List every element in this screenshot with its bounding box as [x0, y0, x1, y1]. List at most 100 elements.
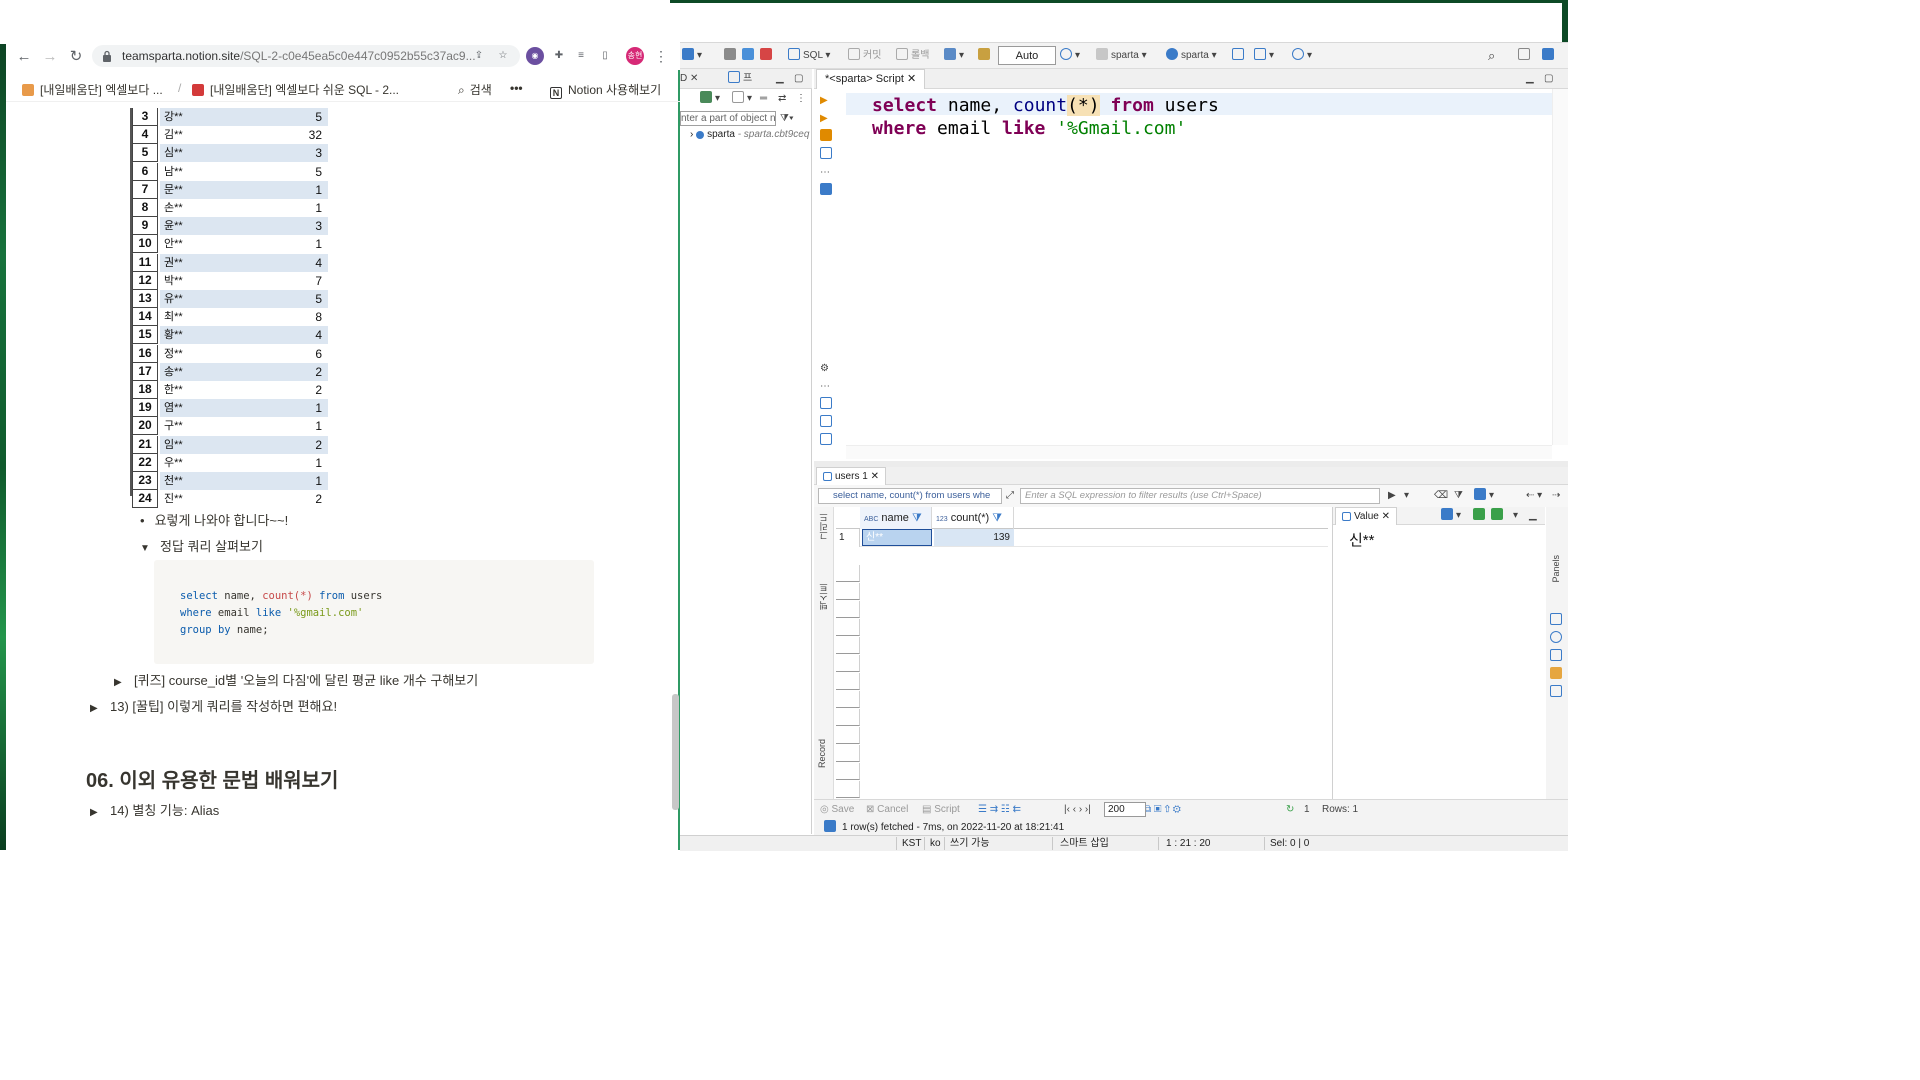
execute-statement-icon[interactable]: ▶	[820, 93, 828, 109]
panel-icon[interactable]	[1550, 631, 1565, 647]
erase-filter-icon[interactable]: ⌫	[1434, 488, 1448, 504]
datasource-select[interactable]: sparta ▾	[1096, 48, 1147, 64]
content-viewer-icon[interactable]: ▾	[1441, 508, 1461, 524]
filter-settings-icon[interactable]: ⧩	[1454, 488, 1463, 504]
new-folder-icon[interactable]: ▾	[732, 91, 752, 107]
execute-script-icon[interactable]: ▶	[820, 111, 828, 127]
invalidate-icon[interactable]	[742, 48, 757, 64]
auto-commit-select[interactable]: Auto	[998, 46, 1056, 65]
grid-view-tab[interactable]: 그리드	[817, 513, 830, 540]
search-button[interactable]: ⌕ 검색	[458, 81, 492, 98]
close-icon[interactable]: ✕	[871, 471, 879, 482]
commit-button[interactable]: 커밋	[848, 48, 881, 64]
panel-menu-icon[interactable]: ▾	[1513, 508, 1518, 524]
results-tab-users[interactable]: users 1 ✕	[816, 467, 886, 485]
chrome-menu-icon[interactable]: ⋮	[652, 47, 670, 65]
minimize-icon[interactable]: ▁	[776, 71, 784, 87]
navigator-tab[interactable]: D ✕	[680, 71, 698, 87]
editor-vertical-scrollbar[interactable]	[1552, 89, 1568, 445]
back-arrow-icon[interactable]: ←	[14, 47, 34, 67]
editor-horizontal-scrollbar[interactable]	[846, 445, 1552, 459]
project-tab[interactable]: 프	[728, 71, 752, 87]
active-query-field[interactable]: select name, count(*) from users whe	[818, 488, 1002, 504]
find-icon[interactable]: ▾	[1292, 48, 1312, 64]
cancel-button[interactable]: ⊠ Cancel	[866, 802, 908, 818]
forward-arrow-icon[interactable]: ⇢	[1552, 488, 1560, 504]
back-arrow-icon[interactable]: ⇠ ▾	[1526, 488, 1542, 504]
tools-icon[interactable]	[1232, 48, 1247, 64]
minimize-icon[interactable]: ▁	[1529, 508, 1537, 524]
maximize-icon[interactable]: ▢	[1544, 71, 1553, 87]
schema-select[interactable]: sparta ▾	[1166, 48, 1217, 64]
page-scrollbar[interactable]	[672, 694, 679, 810]
value-tab[interactable]: Value ✕	[1335, 507, 1398, 525]
maximize-icon[interactable]: ▢	[794, 71, 803, 87]
fetch-size-input[interactable]: 200	[1104, 802, 1146, 817]
terminal-icon[interactable]	[820, 183, 835, 199]
sort-filter-icon[interactable]: ⧩	[912, 512, 922, 524]
navigator-filter-input[interactable]: nter a part of object n	[680, 111, 776, 126]
apply-filter-icon[interactable]: ▶	[1388, 488, 1396, 504]
toggle-tip[interactable]: ▶ 13) [꿀팁] 이렇게 쿼리를 작성하면 편해요!	[90, 696, 337, 715]
perspective-icon[interactable]	[1542, 48, 1557, 64]
pdf-icon[interactable]	[820, 433, 835, 449]
link-editor-icon[interactable]: ⇄	[778, 91, 786, 107]
connect-icon[interactable]: ▾	[682, 48, 702, 64]
panel-icon[interactable]	[1550, 649, 1565, 665]
transaction-mode-icon[interactable]: ▾	[944, 48, 964, 64]
bookmark-star-icon[interactable]: ☆	[494, 47, 512, 65]
close-icon[interactable]: ✕	[907, 73, 916, 85]
profile-avatar[interactable]: 송현	[626, 47, 644, 65]
minimize-icon[interactable]: ▁	[1526, 71, 1534, 87]
column-header-name[interactable]: ABC name ⧩	[860, 507, 932, 529]
panels-toggle[interactable]: Panels	[1551, 555, 1561, 583]
toolbar-more-icon[interactable]: ⋯	[820, 379, 830, 395]
save-value-icon[interactable]	[1473, 508, 1488, 524]
cell-name[interactable]: 신**	[862, 529, 932, 546]
toggle-answer[interactable]: ▼ 정답 쿼리 살펴보기	[140, 536, 263, 555]
editor-tab-script[interactable]: *<sparta> Script ✕	[816, 69, 926, 89]
import-icon[interactable]	[820, 415, 835, 431]
refresh-icon[interactable]: ↻	[1286, 802, 1294, 818]
toggle-alias[interactable]: ▶ 14) 별칭 기능: Alias	[90, 800, 219, 819]
filter-icon[interactable]: ⧩▾	[780, 111, 794, 127]
explain-icon[interactable]	[820, 129, 835, 145]
new-connection-icon[interactable]: ▾	[700, 91, 720, 107]
forward-arrow-icon[interactable]: →	[40, 47, 60, 67]
history-icon[interactable]: ▾	[1060, 48, 1080, 64]
filter-expression-input[interactable]: Enter a SQL expression to filter results…	[1020, 488, 1380, 504]
disconnect-icon[interactable]	[724, 48, 739, 64]
table-row[interactable]: 1 신** 139	[836, 529, 1328, 547]
extension-icon[interactable]: ◉	[526, 47, 544, 65]
view-menu-icon[interactable]: ⋮	[796, 91, 806, 107]
cancel-connection-icon[interactable]	[760, 48, 775, 64]
script-button[interactable]: ▤ Script	[922, 802, 960, 818]
value-text[interactable]: 신**	[1349, 529, 1374, 550]
edit-row-icons[interactable]: ☰ ⇉ ☷ ⇇	[978, 802, 1021, 818]
breadcrumb-item-2[interactable]: [내일배움단] 엑셀보다 쉬운 SQL - 2...	[192, 81, 399, 98]
address-bar[interactable]: teamsparta.notion.site/SQL-2-c0e45ea5c0e…	[92, 45, 520, 67]
expand-icon[interactable]: ⤢	[1006, 488, 1014, 504]
panel-icon[interactable]	[1550, 685, 1565, 701]
grid-tools-icon[interactable]: ▾	[1254, 48, 1274, 64]
close-icon[interactable]: ✕	[1382, 511, 1390, 522]
reading-list-icon[interactable]: ≡	[572, 47, 590, 65]
share-icon[interactable]: ⇪	[470, 47, 488, 65]
try-notion-button[interactable]: N Notion 사용해보기	[550, 81, 661, 99]
panel-icon[interactable]	[1550, 667, 1565, 683]
save-button[interactable]: ◎ Save	[820, 802, 854, 818]
format-icon[interactable]	[820, 147, 835, 163]
lock-icon[interactable]	[978, 48, 993, 64]
search-icon[interactable]: ⌕	[1488, 48, 1495, 64]
layout-icons[interactable]: ⧉ ▣ ⇧ ⚙	[1144, 802, 1181, 818]
save-filter-icon[interactable]: ▾	[1474, 488, 1494, 504]
sql-editor[interactable]: select name, count(*) from users where e…	[846, 89, 1552, 445]
sql-editor-button[interactable]: SQL ▾	[788, 48, 830, 64]
cell-count[interactable]: 139	[934, 529, 1014, 546]
tree-item-connection[interactable]: › sparta - sparta.cbt9ceq	[690, 129, 809, 140]
filter-history-icon[interactable]: ▾	[1404, 488, 1409, 504]
more-button[interactable]: •••	[510, 81, 523, 95]
toggle-quiz[interactable]: ▶ [퀴즈] course_id별 '오늘의 다짐'에 달린 평균 like 개수…	[114, 670, 478, 689]
side-panel-icon[interactable]: ▯	[596, 47, 614, 65]
open-perspective-icon[interactable]	[1518, 48, 1533, 64]
